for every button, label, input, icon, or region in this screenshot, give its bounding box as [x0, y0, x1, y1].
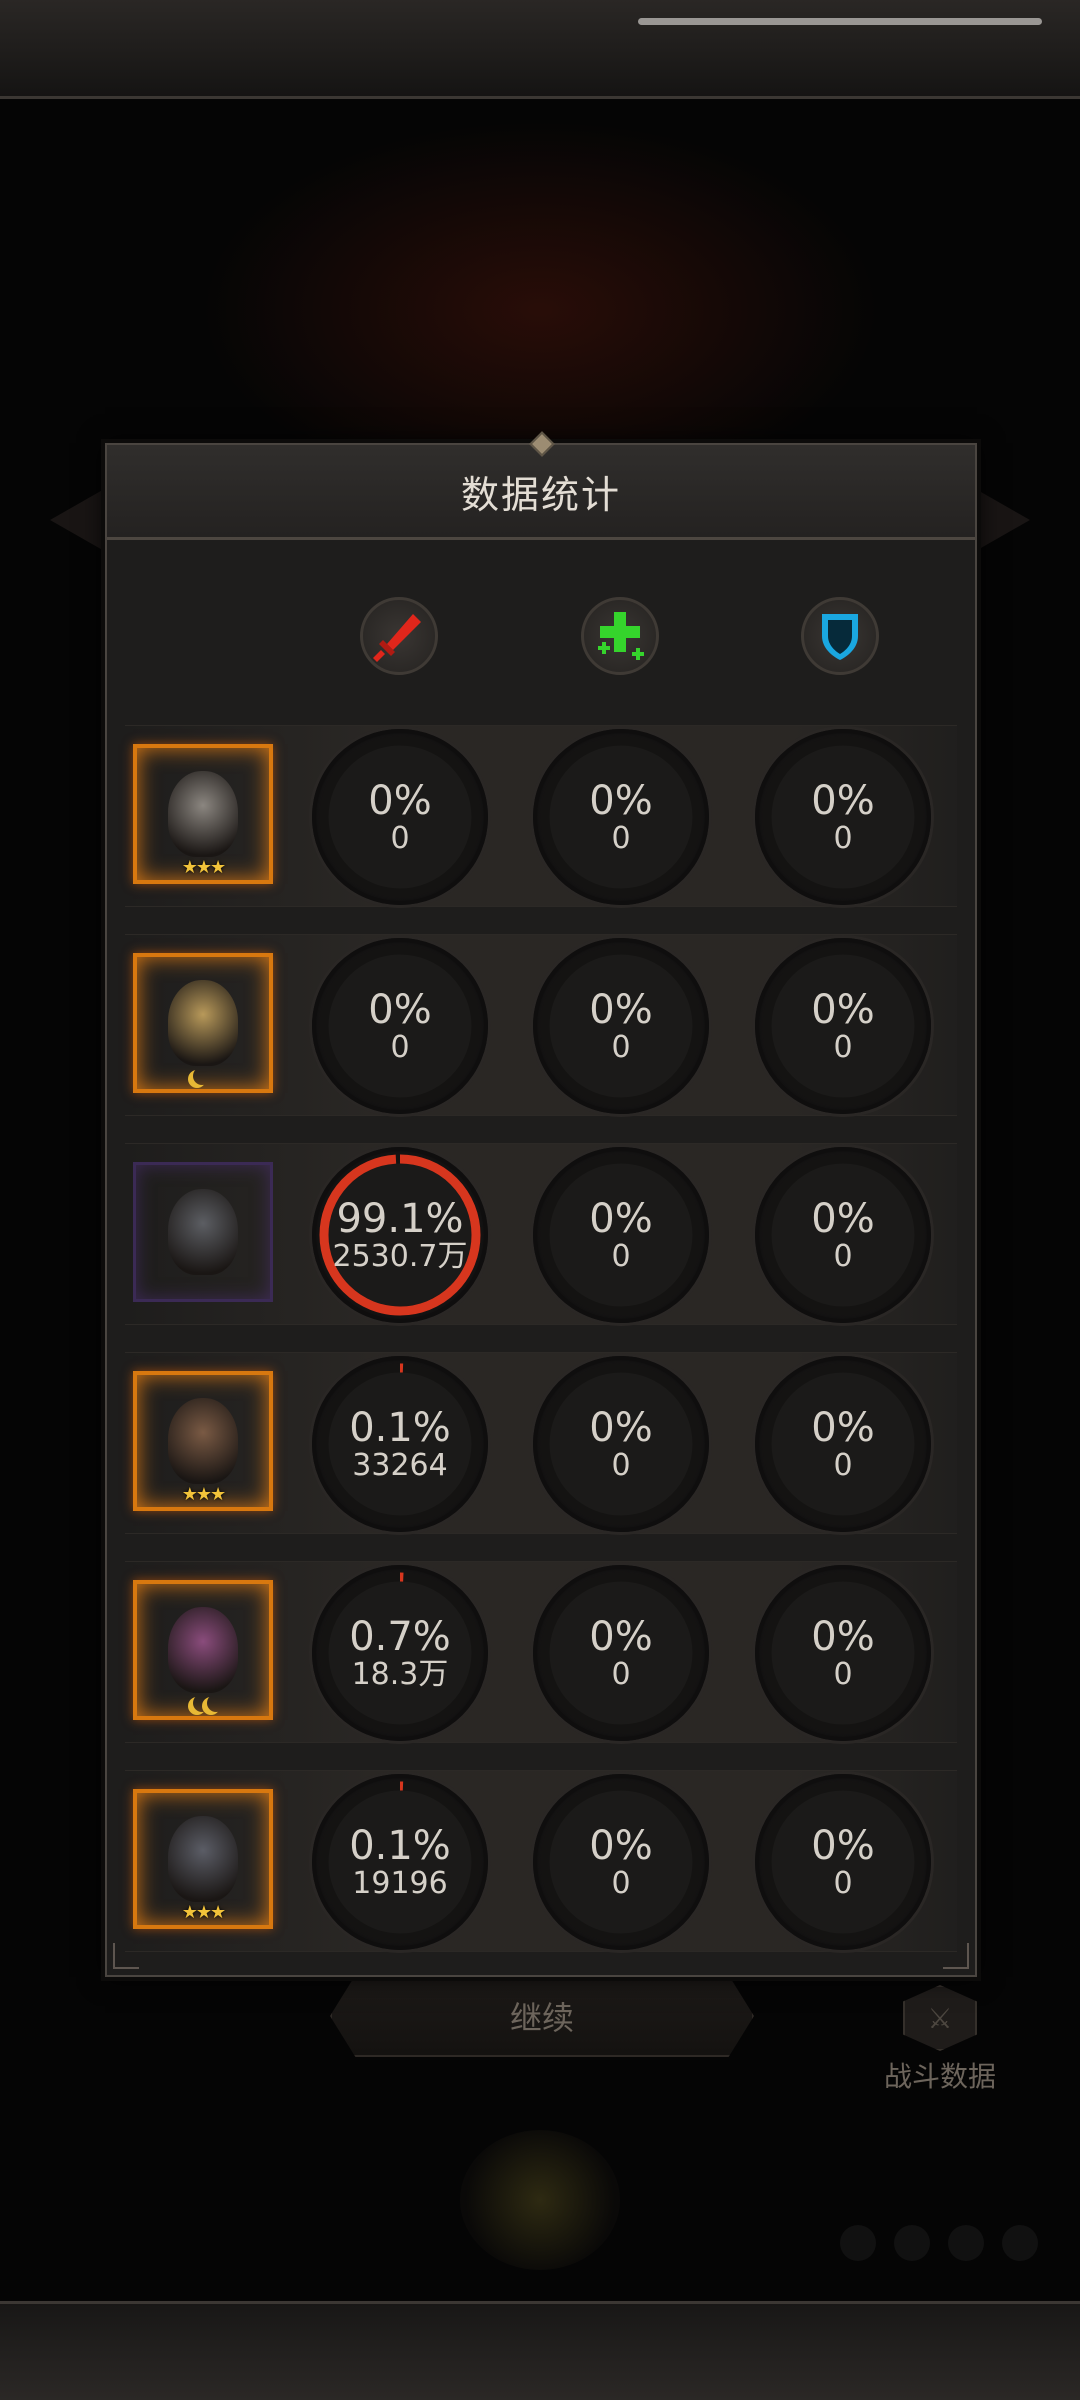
- defense-stat-ring: 0% 0: [755, 729, 931, 905]
- continue-label: 继续: [509, 1999, 574, 2037]
- system-gesture-bar: [638, 18, 1042, 25]
- defense-value: 0: [833, 1030, 853, 1065]
- heal-value: 0: [611, 821, 631, 856]
- heal-percent: 0%: [589, 1196, 653, 1242]
- dot: [1002, 2225, 1038, 2261]
- panel-title: 数据统计: [460, 472, 621, 517]
- defense-percent: 0%: [811, 1614, 875, 1660]
- damage-percent: 0.1%: [349, 1823, 451, 1869]
- heal-value: 0: [611, 1030, 631, 1065]
- heal-stat-ring: 0% 0: [533, 1774, 709, 1950]
- defense-percent: 0%: [811, 1196, 875, 1242]
- damage-percent: 0%: [368, 778, 432, 824]
- stats-panel: 数据统计 ★★★ 0% 0 0% 0 0% 0 0% 0 0% 0 0% 0 99.1% 2530.7万 0%…: [105, 431, 977, 1977]
- shield-icon: [801, 597, 879, 675]
- bottom-frame: [0, 2301, 1080, 2400]
- defense-percent: 0%: [811, 1405, 875, 1451]
- damage-stat-ring: 0% 0: [312, 729, 488, 905]
- rank-moon-icon: [193, 1067, 211, 1085]
- sword-icon: [360, 597, 438, 675]
- rank-moon-icon: [207, 1694, 225, 1712]
- damage-percent: 99.1%: [336, 1196, 464, 1242]
- defense-stat-ring: 0% 0: [755, 1565, 931, 1741]
- heal-cross-icon: [581, 597, 659, 675]
- hero-avatar-werewolf[interactable]: ★★★: [133, 1789, 273, 1929]
- top-frame: [0, 0, 1080, 99]
- hero-portrait: [168, 1607, 238, 1693]
- battle-data-button[interactable]: ⚔ 战斗数据: [870, 1985, 1010, 2095]
- heal-percent: 0%: [589, 1405, 653, 1451]
- heal-stat-ring: 0% 0: [533, 1356, 709, 1532]
- damage-value: 19196: [352, 1866, 448, 1901]
- panel-header: 数据统计: [107, 431, 975, 540]
- hero-avatar-blonde[interactable]: [133, 953, 273, 1093]
- damage-percent: 0.1%: [349, 1405, 451, 1451]
- damage-stat-ring: 0% 0: [312, 938, 488, 1114]
- damage-value: 33264: [352, 1448, 448, 1483]
- battle-data-label: 战斗数据: [883, 2060, 996, 2093]
- damage-stat-ring: 0.1% 19196: [312, 1774, 488, 1950]
- rank-stars-icon: ★★★: [181, 1484, 226, 1505]
- heal-stat-ring: 0% 0: [533, 1147, 709, 1323]
- dot: [894, 2225, 930, 2261]
- defense-value: 0: [833, 821, 853, 856]
- damage-value: 2530.7万: [332, 1239, 468, 1274]
- damage-percent: 0.7%: [349, 1614, 451, 1660]
- defense-percent: 0%: [811, 778, 875, 824]
- dot: [948, 2225, 984, 2261]
- heal-value: 0: [611, 1239, 631, 1274]
- dot: [840, 2225, 876, 2261]
- heal-stat-ring: 0% 0: [533, 729, 709, 905]
- heal-value: 0: [611, 1448, 631, 1483]
- hero-portrait: [168, 1398, 238, 1484]
- heal-percent: 0%: [589, 987, 653, 1033]
- heal-value: 0: [611, 1657, 631, 1692]
- damage-percent: 0%: [368, 987, 432, 1033]
- damage-stat-ring: 0.7% 18.3万: [312, 1565, 488, 1741]
- heal-value: 0: [611, 1866, 631, 1901]
- hero-portrait: [168, 1816, 238, 1902]
- battle-data-icon: ⚔: [903, 1985, 977, 2051]
- defense-percent: 0%: [811, 987, 875, 1033]
- hero-avatar-purple-hair[interactable]: [133, 1580, 273, 1720]
- heal-percent: 0%: [589, 778, 653, 824]
- defense-stat-ring: 0% 0: [755, 1774, 931, 1950]
- heal-percent: 0%: [589, 1823, 653, 1869]
- continue-button[interactable]: 继续: [330, 1975, 754, 2057]
- heal-stat-ring: 0% 0: [533, 1565, 709, 1741]
- defense-value: 0: [833, 1657, 853, 1692]
- heal-percent: 0%: [589, 1614, 653, 1660]
- bottom-dots: [840, 2225, 1038, 2261]
- damage-stat-ring: 0.1% 33264: [312, 1356, 488, 1532]
- defense-stat-ring: 0% 0: [755, 938, 931, 1114]
- damage-value: 0: [390, 1030, 410, 1065]
- hero-avatar-dark-hair-woman[interactable]: ★★★: [133, 1371, 273, 1511]
- damage-stat-ring: 99.1% 2530.7万: [312, 1147, 488, 1323]
- hero-avatar-silver-crown[interactable]: ★★★: [133, 744, 273, 884]
- heal-stat-ring: 0% 0: [533, 938, 709, 1114]
- hero-portrait: [168, 1189, 238, 1275]
- hero-portrait: [168, 980, 238, 1066]
- defense-percent: 0%: [811, 1823, 875, 1869]
- defense-value: 0: [833, 1239, 853, 1274]
- bottom-orb: [460, 2130, 620, 2270]
- defense-stat-ring: 0% 0: [755, 1356, 931, 1532]
- damage-value: 18.3万: [351, 1657, 449, 1692]
- defense-stat-ring: 0% 0: [755, 1147, 931, 1323]
- hero-avatar-armored-knight[interactable]: [133, 1162, 273, 1302]
- rank-stars-icon: ★★★: [181, 1902, 226, 1923]
- defense-value: 0: [833, 1866, 853, 1901]
- defense-value: 0: [833, 1448, 853, 1483]
- damage-value: 0: [390, 821, 410, 856]
- hero-portrait: [168, 771, 238, 857]
- rank-stars-icon: ★★★: [181, 857, 226, 878]
